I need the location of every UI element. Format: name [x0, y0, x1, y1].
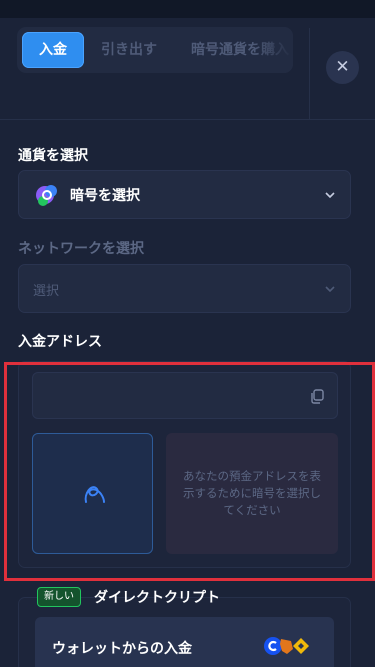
- metamask-icon: [280, 639, 293, 654]
- copy-icon[interactable]: [310, 389, 324, 404]
- deposit-address-label: 入金アドレス: [18, 334, 102, 350]
- close-button[interactable]: ✕: [326, 51, 359, 84]
- wallet-logos: [264, 637, 309, 655]
- binance-icon: [293, 638, 309, 654]
- chevron-down-icon: [325, 286, 335, 293]
- currency-label: 通貨を選択: [18, 148, 88, 164]
- network-label: ネットワークを選択: [18, 241, 144, 257]
- new-badge: 新しい: [37, 587, 81, 607]
- currency-select[interactable]: 暗号を選択: [18, 170, 351, 219]
- qr-code-placeholder: [32, 433, 153, 554]
- tab-bar: 入金 引き出す 暗号通貨を購入: [17, 27, 293, 73]
- address-info-text: あなたの預金アドレスを表示するために暗号を選択してください: [166, 433, 338, 554]
- deposit-address-field[interactable]: [32, 372, 338, 419]
- tabs-fade: [253, 27, 293, 73]
- network-select[interactable]: 選択: [18, 264, 351, 313]
- wallet-deposit-button[interactable]: ウォレットからの入金: [35, 617, 334, 667]
- wallet-deposit-label: ウォレットからの入金: [52, 641, 192, 657]
- currency-value: 暗号を選択: [70, 188, 140, 204]
- coinbase-icon: [264, 637, 282, 655]
- chevron-down-icon: [325, 192, 335, 199]
- header-divider: [309, 28, 310, 120]
- deposit-address-panel: あなたの預金アドレスを表示するために暗号を選択してください: [18, 361, 351, 568]
- loading-spinner-icon: [84, 486, 105, 503]
- crypto-coin-icon: [36, 185, 57, 206]
- direct-crypto-title: ダイレクトクリプト: [94, 590, 220, 606]
- tab-deposit[interactable]: 入金: [22, 32, 84, 68]
- close-icon: ✕: [335, 57, 350, 77]
- network-placeholder: 選択: [33, 284, 60, 299]
- status-bar-shadow: [0, 0, 375, 18]
- tab-withdraw[interactable]: 引き出す: [101, 32, 157, 68]
